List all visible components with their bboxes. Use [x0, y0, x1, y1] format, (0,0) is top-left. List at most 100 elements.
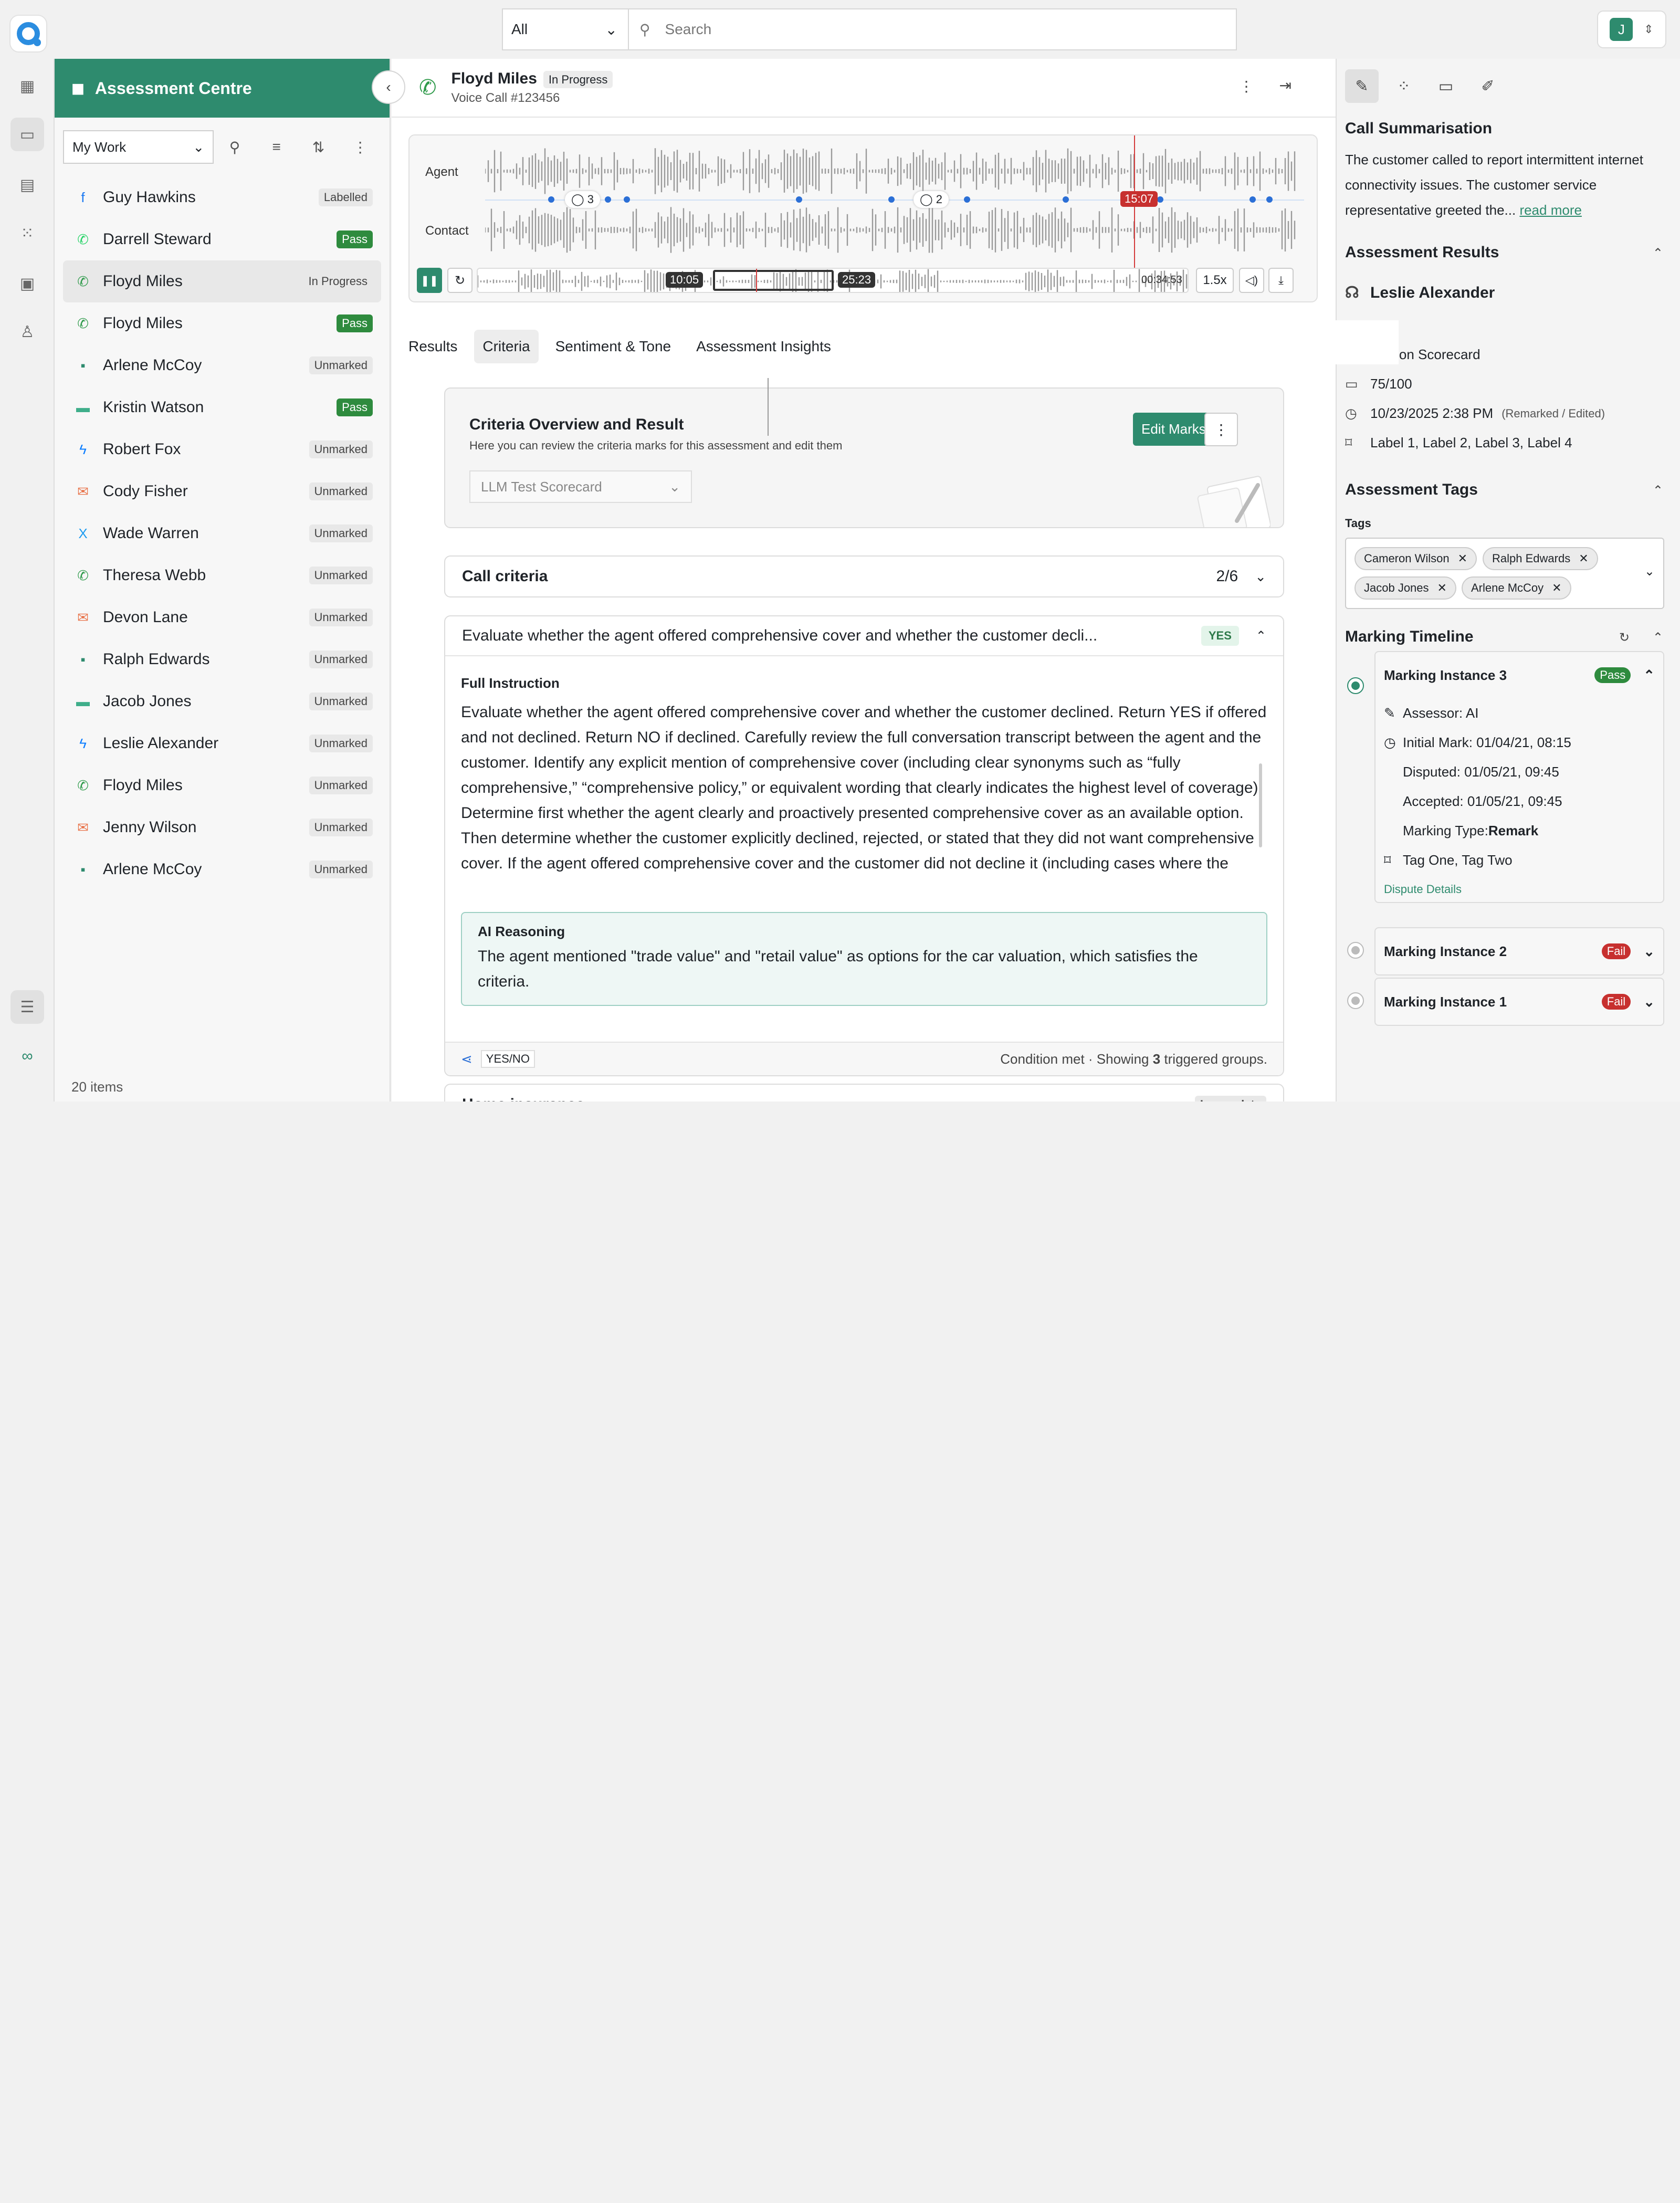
- collapse-panel-button[interactable]: ‹: [372, 70, 405, 104]
- tab-sentiment[interactable]: Sentiment & Tone: [547, 330, 680, 363]
- scrollbar[interactable]: [1259, 763, 1262, 847]
- marking-instance-1[interactable]: Marking Instance 1 Fail ⌄: [1374, 978, 1664, 1026]
- tag-chip[interactable]: Cameron Wilson ✕: [1354, 547, 1477, 570]
- list-item[interactable]: ✉ Cody Fisher Unmarked: [63, 470, 381, 512]
- annotation-dot[interactable]: [1157, 196, 1163, 203]
- scroll-icon[interactable]: ▤: [10, 168, 44, 202]
- annotation-dot[interactable]: [888, 196, 895, 203]
- note-tab-icon[interactable]: ✐: [1471, 69, 1505, 103]
- user-menu[interactable]: J ⇕: [1597, 11, 1666, 48]
- search-input[interactable]: ⚲ Search: [629, 9, 1236, 49]
- more-button[interactable]: ⋮: [1204, 413, 1238, 446]
- tag-chip[interactable]: Arlene McCoy ✕: [1462, 576, 1571, 600]
- chevron-up-icon[interactable]: ⌃: [1653, 246, 1663, 261]
- home-insurance-group[interactable]: Home insurance Incomplete: [444, 1084, 1284, 1102]
- contact-waveform[interactable]: [485, 207, 1298, 253]
- instance-tags: ⌑ Tag One, Tag Two: [1384, 852, 1513, 868]
- messenger-icon: ϟ: [79, 441, 87, 457]
- list-item[interactable]: ✆ Floyd Miles In Progress: [63, 260, 381, 302]
- tab-insights[interactable]: Assessment Insights: [688, 330, 839, 363]
- integrations-icon[interactable]: ∞: [10, 1040, 44, 1073]
- list-item[interactable]: ϟ Leslie Alexander Unmarked: [63, 722, 381, 764]
- annotation-dot[interactable]: [1250, 196, 1256, 203]
- volume-button[interactable]: ◁): [1239, 268, 1264, 293]
- tag-chip[interactable]: Ralph Edwards ✕: [1483, 547, 1598, 570]
- marking-instance-2[interactable]: Marking Instance 2 Fail ⌄: [1374, 927, 1664, 975]
- list-item[interactable]: ✆ Floyd Miles Pass: [63, 302, 381, 344]
- filter-icon[interactable]: ≡: [256, 139, 298, 155]
- annotation-dot[interactable]: [1063, 196, 1069, 203]
- list-item[interactable]: ϟ Robert Fox Unmarked: [63, 428, 381, 470]
- dashboard-icon[interactable]: ▦: [10, 69, 44, 103]
- reports-icon[interactable]: ▣: [10, 267, 44, 300]
- range-selection[interactable]: [713, 270, 834, 291]
- annotation-dot[interactable]: [624, 196, 630, 203]
- chevron-up-icon[interactable]: ⌃: [1653, 630, 1663, 645]
- user-icon[interactable]: ♙: [10, 315, 44, 349]
- expand-right-icon[interactable]: ⇥: [1279, 77, 1292, 94]
- tag-chip[interactable]: Jacob Jones ✕: [1354, 576, 1456, 600]
- list-item[interactable]: ✉ Jenny Wilson Unmarked: [63, 806, 381, 848]
- chevron-up-icon[interactable]: ⌃: [1653, 483, 1663, 498]
- edit-tab-icon[interactable]: ✎: [1345, 69, 1379, 103]
- list-item[interactable]: ✆ Darrell Steward Pass: [63, 218, 381, 260]
- list-item[interactable]: ▪ Arlene McCoy Unmarked: [63, 848, 381, 890]
- list-item[interactable]: f Guy Hawkins Labelled: [63, 176, 381, 218]
- app-logo[interactable]: [9, 15, 47, 53]
- timeline-radio[interactable]: [1347, 942, 1364, 959]
- annotation-dot[interactable]: [796, 196, 802, 203]
- scorecard-select[interactable]: LLM Test Scorecard ⌄: [469, 470, 692, 503]
- list-item[interactable]: ✆ Theresa Webb Unmarked: [63, 554, 381, 596]
- edit-marks-button[interactable]: Edit Marks: [1133, 413, 1214, 446]
- dispute-details-link[interactable]: Dispute Details: [1376, 875, 1663, 904]
- list-item[interactable]: X Wade Warren Unmarked: [63, 512, 381, 554]
- search-icon[interactable]: ⚲: [214, 139, 256, 156]
- phone-icon: ✆: [77, 567, 89, 583]
- tab-results[interactable]: Results: [400, 330, 466, 363]
- chat-bubbles-icon: ◼: [71, 79, 85, 97]
- contact-card-tab-icon[interactable]: ▭: [1429, 69, 1463, 103]
- agent-waveform[interactable]: [485, 148, 1298, 194]
- sort-icon[interactable]: ⇅: [298, 139, 340, 156]
- assessment-list-panel: ◼ Assessment Centre My Work ⌄ ⚲ ≡ ⇅ ⋮ f Guy…: [55, 59, 391, 1102]
- tags-input[interactable]: Cameron Wilson ✕ Ralph Edwards ✕ Jacob Jon…: [1345, 538, 1664, 609]
- list-item[interactable]: ▬ Kristin Watson Pass: [63, 386, 381, 428]
- apps-grid-icon[interactable]: ⁙: [10, 216, 44, 250]
- timeline-scrubber[interactable]: [477, 268, 1189, 293]
- more-icon[interactable]: ⋮: [339, 139, 381, 156]
- annotation-dot[interactable]: [605, 196, 611, 203]
- pause-button[interactable]: ❚❚: [417, 268, 442, 293]
- list-item[interactable]: ✉ Devon Lane Unmarked: [63, 596, 381, 638]
- close-icon[interactable]: ✕: [1552, 581, 1561, 595]
- search-scope-select[interactable]: All ⌄: [503, 9, 629, 49]
- comment-marker[interactable]: ◯ 3: [565, 191, 600, 208]
- timeline-radio[interactable]: [1347, 992, 1364, 1009]
- call-criteria-group[interactable]: Call criteria 2/6 ⌄: [444, 555, 1284, 597]
- annotation-dot[interactable]: [548, 196, 554, 203]
- list-item[interactable]: ▪ Arlene McCoy Unmarked: [63, 344, 381, 386]
- annotation-dot[interactable]: [964, 196, 970, 203]
- more-icon[interactable]: ⋮: [1239, 78, 1254, 95]
- tab-criteria[interactable]: Criteria: [474, 330, 539, 363]
- instance-header[interactable]: Marking Instance 3 Pass ⌃: [1376, 652, 1663, 698]
- comment-marker[interactable]: ◯ 2: [914, 191, 949, 208]
- grid-tab-icon[interactable]: ⁘: [1387, 69, 1421, 103]
- list-item[interactable]: ▬ Jacob Jones Unmarked: [63, 680, 381, 722]
- close-icon[interactable]: ✕: [1458, 552, 1467, 565]
- list-item[interactable]: ✆ Floyd Miles Unmarked: [63, 764, 381, 806]
- search-placeholder: Search: [665, 21, 712, 37]
- settings-sliders-icon[interactable]: ☰: [10, 990, 44, 1024]
- speed-button[interactable]: 1.5x: [1196, 268, 1234, 293]
- conversations-icon[interactable]: ▭: [10, 118, 44, 151]
- close-icon[interactable]: ✕: [1579, 552, 1588, 565]
- list-item[interactable]: ▪ Ralph Edwards Unmarked: [63, 638, 381, 680]
- refresh-icon[interactable]: ↻: [1619, 630, 1630, 645]
- work-filter-select[interactable]: My Work ⌄: [63, 130, 214, 164]
- download-button[interactable]: ⤓: [1268, 268, 1294, 293]
- close-icon[interactable]: ✕: [1437, 581, 1447, 595]
- annotation-dot[interactable]: [1266, 196, 1273, 203]
- read-more-link[interactable]: read more: [1519, 202, 1582, 218]
- timeline-radio[interactable]: [1347, 677, 1364, 694]
- criterion-header[interactable]: Evaluate whether the agent offered compr…: [445, 616, 1283, 656]
- replay-button[interactable]: ↻: [447, 268, 472, 293]
